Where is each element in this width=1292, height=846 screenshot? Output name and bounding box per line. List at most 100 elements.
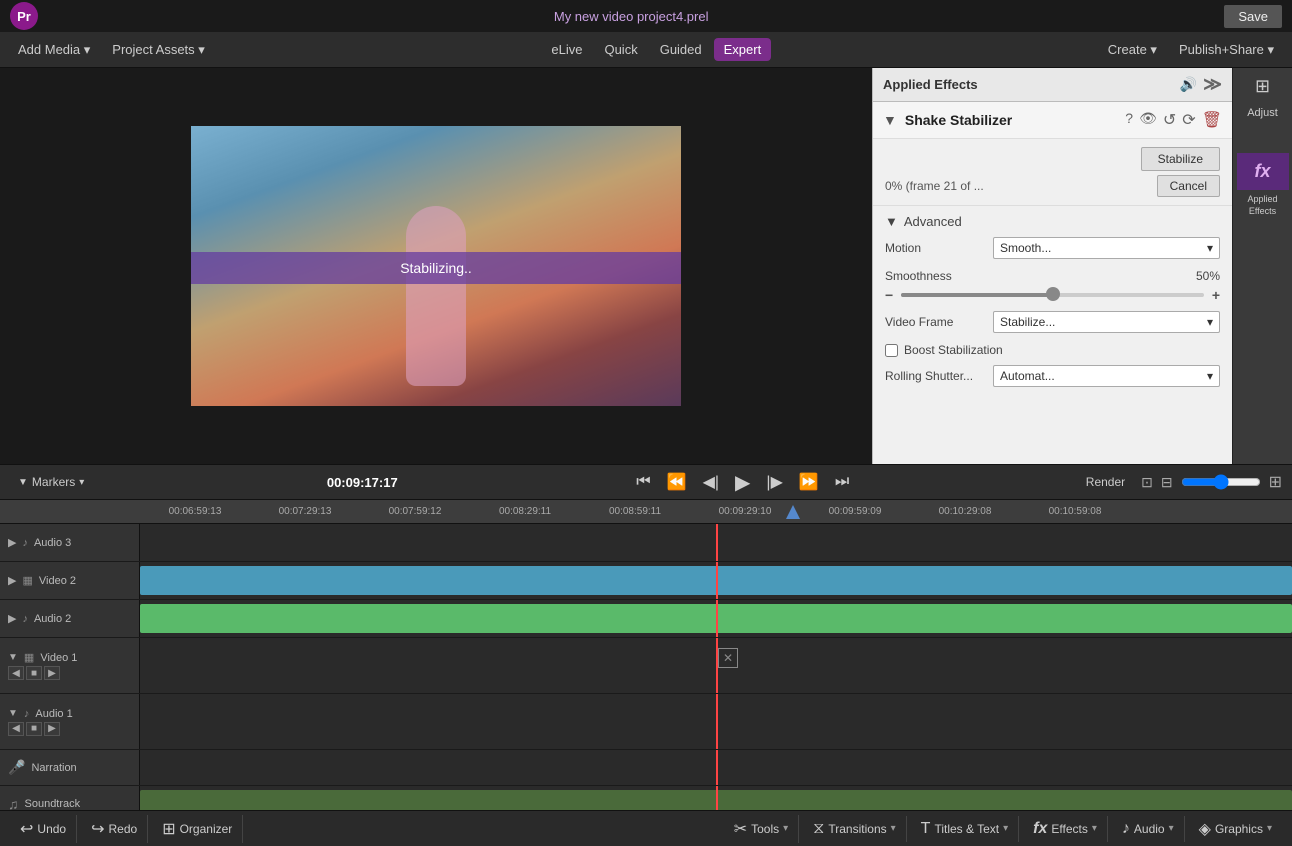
menu-guided[interactable]: Guided	[650, 38, 712, 61]
markers-arrow: ▼	[18, 477, 28, 488]
track-audio3: ▶ ♪ Audio 3	[0, 524, 1292, 562]
a1-ctrl-stop[interactable]: ■	[26, 722, 42, 736]
slider-plus[interactable]: +	[1212, 287, 1220, 303]
play-btn[interactable]: ▶	[731, 468, 754, 497]
fx-button[interactable]: fx	[1237, 153, 1289, 190]
organizer-btn[interactable]: ⊞ Organizer	[152, 815, 243, 843]
adjust-label[interactable]: Adjust	[1237, 101, 1289, 125]
play-audio2-btn[interactable]: ▶	[8, 612, 16, 625]
refresh-icon[interactable]: ⟳	[1182, 110, 1195, 130]
menu-create[interactable]: Create ▾	[1098, 38, 1167, 62]
skip-end-btn[interactable]: ⏭	[831, 471, 853, 493]
redo-icon: ↪	[91, 819, 104, 839]
advanced-label: Advanced	[904, 214, 962, 229]
motion-dropdown[interactable]: Smooth... ▾	[993, 237, 1220, 259]
audio3-label: Audio 3	[34, 537, 71, 549]
track-video1-content[interactable]: ✕	[140, 638, 1292, 693]
reset-icon[interactable]: ↺	[1163, 110, 1176, 130]
a1-ctrl-left[interactable]: ◀	[8, 722, 24, 736]
panel-audio-icon[interactable]: 🔊	[1180, 76, 1197, 93]
visibility-icon[interactable]: 👁	[1139, 110, 1157, 130]
titles-text-btn[interactable]: T Titles & Text ▾	[911, 816, 1020, 842]
markers-label: Markers	[32, 475, 75, 489]
video1-label: Video 1	[40, 652, 77, 664]
film-icon-v1: ▦	[24, 651, 34, 664]
effects-arrow: ▾	[1092, 823, 1097, 834]
time-display: 00:09:17:17	[327, 475, 398, 490]
help-icon[interactable]: ?	[1125, 110, 1133, 130]
graphics-btn[interactable]: ◈ Graphics ▾	[1189, 815, 1282, 843]
playhead	[716, 562, 718, 599]
track-audio2-content[interactable]	[140, 600, 1292, 637]
smoothness-slider[interactable]	[901, 293, 1204, 297]
menu-project-assets[interactable]: Project Assets ▾	[102, 38, 215, 62]
redo-label: Redo	[109, 822, 138, 836]
effect-name: Shake Stabilizer	[905, 112, 1117, 128]
boost-checkbox[interactable]	[885, 344, 898, 357]
zoom-slider[interactable]	[1181, 474, 1261, 490]
tools-btn[interactable]: ✂ Tools ▾	[724, 815, 799, 843]
menu-expert[interactable]: Expert	[714, 38, 772, 61]
track-narration: 🎤 Narration	[0, 750, 1292, 786]
track-video2-content[interactable]	[140, 562, 1292, 599]
smoothness-value: 50%	[1196, 269, 1220, 283]
video-preview: Stabilizing..	[191, 126, 681, 406]
delete-icon[interactable]: 🗑	[1202, 110, 1222, 130]
v1-ctrl-stop[interactable]: ■	[26, 666, 42, 680]
track-soundtrack-content[interactable]	[140, 786, 1292, 810]
undo-btn[interactable]: ↩ Undo	[10, 815, 77, 843]
skip-start-btn[interactable]: ⏮	[632, 471, 654, 493]
menu-quick[interactable]: Quick	[594, 38, 647, 61]
expand-audio1-arrow[interactable]: ▼	[8, 708, 18, 719]
step-fwd-btn[interactable]: |▶	[762, 470, 786, 494]
prev-frame-btn[interactable]: ⏪	[663, 470, 691, 494]
smoothness-row: Smoothness 50% − +	[885, 269, 1220, 303]
rolling-shutter-arrow: ▾	[1207, 369, 1213, 383]
advanced-header[interactable]: ▼ Advanced	[885, 214, 1220, 229]
panel-expand-icon[interactable]: ≫	[1203, 74, 1222, 95]
main-area: Stabilizing.. Applied Effects 🔊 ≫ ▼ Shak…	[0, 68, 1292, 464]
slider-minus[interactable]: −	[885, 287, 893, 303]
v1-ctrl-right[interactable]: ▶	[44, 666, 60, 680]
music-icon: ♫	[8, 796, 19, 811]
play-track-btn[interactable]: ▶	[8, 536, 16, 549]
tools-label: Tools	[751, 822, 779, 836]
titles-label: Titles & Text	[934, 822, 999, 836]
step-back-btn[interactable]: ◀|	[699, 470, 723, 494]
menu-add-media[interactable]: Add Media ▾	[8, 38, 100, 62]
render-btn[interactable]: Render	[1078, 473, 1133, 491]
save-button[interactable]: Save	[1224, 5, 1282, 28]
track-audio1-content[interactable]	[140, 694, 1292, 749]
menubar: Add Media ▾ Project Assets ▾ eLive Quick…	[0, 32, 1292, 68]
progress-text: 0% (frame 21 of ...	[885, 179, 984, 193]
project-title: My new video project4.prel	[554, 9, 709, 24]
transitions-btn[interactable]: ⧖ Transitions ▾	[803, 816, 907, 842]
effects-btn[interactable]: fx Effects ▾	[1023, 816, 1108, 842]
play-video2-btn[interactable]: ▶	[8, 574, 16, 587]
expand-video1-arrow[interactable]: ▼	[8, 652, 18, 663]
motion-label: Motion	[885, 241, 985, 255]
menu-elive[interactable]: eLive	[541, 38, 592, 61]
v1-ctrl-left[interactable]: ◀	[8, 666, 24, 680]
render-icon-2[interactable]: ⊟	[1161, 474, 1173, 491]
organizer-icon: ⊞	[162, 819, 175, 839]
render-icon-1[interactable]: ⊡	[1141, 474, 1153, 491]
menu-publish-share[interactable]: Publish+Share ▾	[1169, 38, 1284, 62]
track-audio3-content[interactable]	[140, 524, 1292, 561]
audio-arrow: ▾	[1169, 823, 1174, 834]
track-narration-content[interactable]	[140, 750, 1292, 785]
undo-icon: ↩	[20, 819, 33, 839]
a1-ctrl-right[interactable]: ▶	[44, 722, 60, 736]
track-label-video2: ▶ ▦ Video 2	[0, 562, 140, 599]
audio-btn[interactable]: ♪ Audio ▾	[1112, 816, 1185, 842]
next-frame-btn[interactable]: ⏩	[795, 470, 823, 494]
rolling-shutter-dropdown[interactable]: Automat... ▾	[993, 365, 1220, 387]
redo-btn[interactable]: ↪ Redo	[81, 815, 148, 843]
stabilize-button[interactable]: Stabilize	[1141, 147, 1220, 171]
markers-btn[interactable]: ▼ Markers ▾	[10, 475, 92, 489]
video-frame-dropdown[interactable]: Stabilize... ▾	[993, 311, 1220, 333]
fullscreen-btn[interactable]: ⊞	[1269, 472, 1282, 492]
effect-collapse-arrow[interactable]: ▼	[883, 112, 897, 128]
cancel-button[interactable]: Cancel	[1157, 175, 1220, 197]
transitions-arrow: ▾	[891, 823, 896, 834]
